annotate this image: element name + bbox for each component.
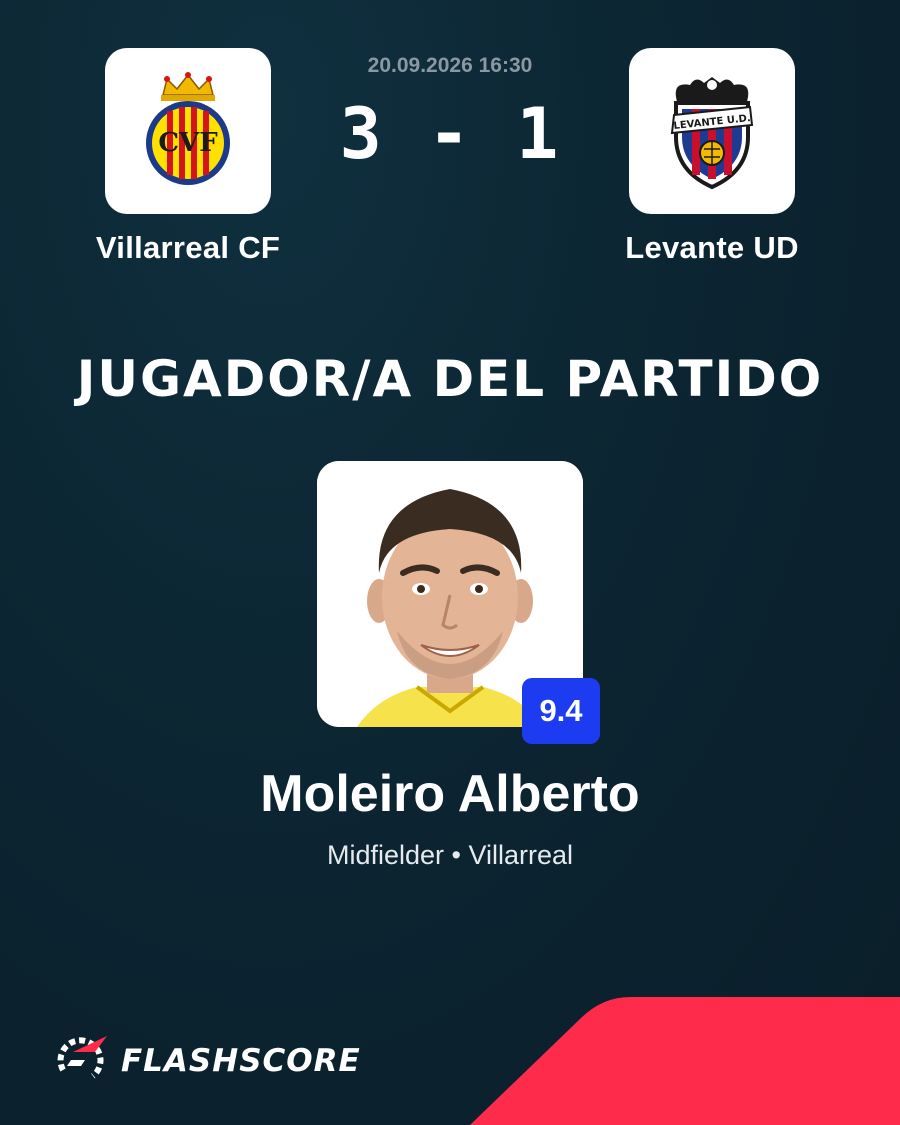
villarreal-crest-letters: CVF bbox=[158, 128, 218, 158]
home-team-crest-card[interactable]: CVF bbox=[105, 48, 271, 214]
headline-title: JUGADOR/A DEL PARTIDO bbox=[76, 350, 824, 408]
flashscore-brand[interactable]: FLASHSCORE bbox=[55, 1036, 361, 1086]
home-team-name: Villarreal CF bbox=[95, 230, 281, 265]
match-score: 3 - 1 bbox=[339, 93, 561, 175]
away-team-name: Levante UD bbox=[625, 230, 799, 265]
player-position-team: Midfielder • Villarreal bbox=[326, 840, 574, 870]
villarreal-crest-icon: CVF bbox=[146, 72, 230, 185]
player-name: Moleiro Alberto bbox=[260, 765, 640, 823]
flashscore-logo-icon bbox=[57, 1036, 107, 1079]
player-rating-badge: 9.4 bbox=[522, 678, 600, 744]
flashscore-wordmark: FLASHSCORE bbox=[121, 1043, 361, 1079]
red-corner-decoration bbox=[470, 997, 900, 1125]
levante-crest-icon: LEVANTE U.D. bbox=[670, 77, 754, 190]
away-team-crest-card[interactable]: LEVANTE U.D. bbox=[629, 48, 795, 214]
match-datetime: 20.09.2026 16:30 bbox=[367, 54, 533, 77]
